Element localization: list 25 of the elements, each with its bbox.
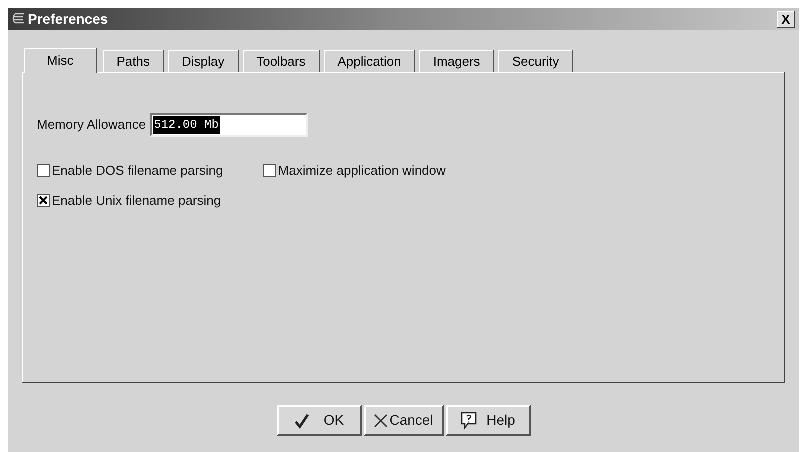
check-icon [294, 412, 310, 428]
tab[interactable]: Imagers [419, 50, 494, 72]
help-button[interactable]: Help [446, 405, 530, 436]
memory-field[interactable]: 512.00 Mb [150, 113, 308, 137]
cross-icon [374, 414, 388, 428]
tab[interactable]: Application [324, 50, 416, 72]
tab[interactable]: Misc [24, 48, 97, 73]
option-label: Enable DOS filename parsing [52, 162, 224, 180]
tab[interactable]: Display [168, 50, 239, 72]
checkbox[interactable] [37, 194, 50, 207]
tab[interactable]: Toolbars [242, 50, 320, 72]
app-icon [12, 12, 26, 26]
checkbox[interactable] [263, 164, 276, 178]
option-label: Maximize application window [278, 162, 446, 180]
cancel-button[interactable]: Cancel [364, 405, 444, 436]
cross-mark-icon [39, 196, 48, 205]
close-button[interactable]: X [777, 10, 795, 28]
ok-button[interactable]: OK [276, 405, 362, 436]
help-speech-icon [460, 412, 477, 430]
field-label: Memory Allowance [37, 116, 146, 134]
window-title: Preferences [28, 10, 108, 28]
option-label: Enable Unix filename parsing [52, 192, 222, 210]
tab[interactable]: Paths [102, 50, 164, 72]
checkbox[interactable] [37, 164, 50, 178]
tab[interactable]: Security [498, 50, 574, 72]
